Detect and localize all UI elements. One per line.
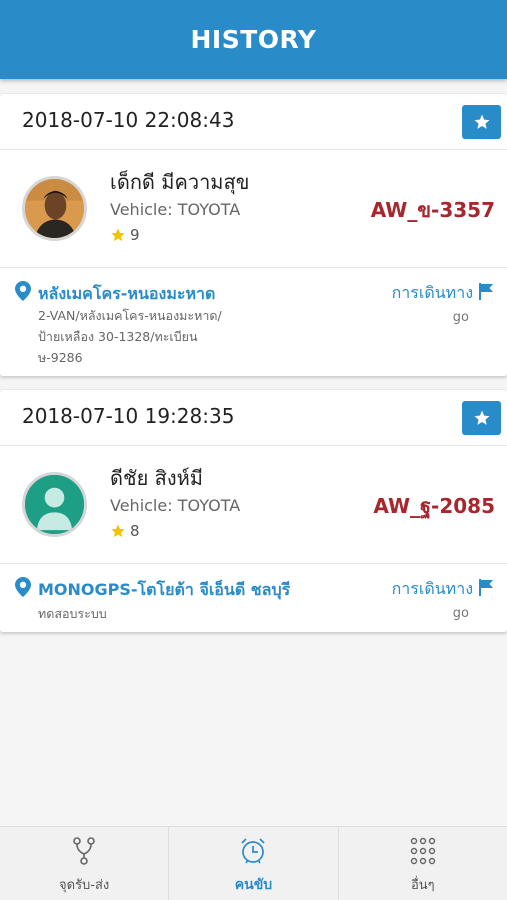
tab-pickup-dropoff[interactable]: จุดรับ-ส่ง xyxy=(0,827,170,900)
driver-info: ดีชัย สิงห์มี Vehicle: TOYOTA 8 AW_ฐ-208… xyxy=(0,446,507,564)
star-icon xyxy=(474,410,489,425)
location-pin-icon xyxy=(15,281,31,301)
card-header: 2018-07-10 19:28:35 xyxy=(0,390,507,446)
rating-value: 9 xyxy=(130,226,140,244)
license-plate: AW_ข-3357 xyxy=(370,198,495,222)
default-user-icon xyxy=(22,472,87,537)
app-header: HISTORY xyxy=(0,0,507,79)
star-icon xyxy=(111,524,125,538)
vehicle-info: Vehicle: TOYOTA xyxy=(110,496,241,515)
route-icon xyxy=(73,837,95,865)
favorite-button[interactable] xyxy=(462,105,501,139)
place-name[interactable]: หลังเมคโคร-หนองมะหาด xyxy=(38,282,215,307)
alarm-clock-icon xyxy=(241,838,266,864)
card-header: 2018-07-10 22:08:43 xyxy=(0,94,507,150)
license-plate: AW_ฐ-2085 xyxy=(373,494,495,518)
driver-name: เด็กดี มีความสุข xyxy=(110,170,250,194)
tab-more[interactable]: อื่นๆ xyxy=(339,827,507,900)
trip-status: go xyxy=(452,310,469,325)
tab-driver[interactable]: คนขับ xyxy=(169,827,339,900)
trip-datetime: 2018-07-10 19:28:35 xyxy=(22,404,235,428)
trip-status: go xyxy=(452,606,469,621)
driver-rating: 9 xyxy=(110,226,140,244)
history-card[interactable]: 2018-07-10 19:28:35 ดีชัย สิงห์มี Vehicl… xyxy=(0,390,507,632)
grid-dots-icon xyxy=(410,837,436,865)
avatar xyxy=(22,176,87,241)
driver-rating: 8 xyxy=(110,522,140,540)
trip-label[interactable]: การเดินทาง xyxy=(392,577,473,602)
tab-label: จุดรับ-ส่ง xyxy=(59,878,110,893)
vehicle-info: Vehicle: TOYOTA xyxy=(110,200,241,219)
history-card[interactable]: 2018-07-10 22:08:43 เด็กดี มีความสุข Veh… xyxy=(0,94,507,376)
place-description: ทดสอบระบบ xyxy=(38,606,107,621)
star-icon xyxy=(111,228,125,242)
driver-name: ดีชัย สิงห์มี xyxy=(110,466,203,490)
flag-icon xyxy=(479,579,493,596)
trip-info: MONOGPS-โตโยต้า จีเอ็นดี ชลบุรี ทดสอบระบ… xyxy=(0,564,507,632)
star-icon xyxy=(474,114,489,129)
page-title: HISTORY xyxy=(190,25,317,54)
favorite-button[interactable] xyxy=(462,401,501,435)
tab-label: อื่นๆ xyxy=(410,878,435,893)
location-pin-icon xyxy=(15,577,31,597)
place-description: 2-VAN/หลังเมคโคร-หนองมะหาด/ป้ายเหลือง 30… xyxy=(38,308,222,365)
bottom-tab-bar: จุดรับ-ส่ง คนขับ อื่นๆ xyxy=(0,826,507,900)
rating-value: 8 xyxy=(130,522,140,540)
driver-info: เด็กดี มีความสุข Vehicle: TOYOTA 9 AW_ข-… xyxy=(0,150,507,268)
trip-info: หลังเมคโคร-หนองมะหาด 2-VAN/หลังเมคโคร-หน… xyxy=(0,268,507,376)
place-name[interactable]: MONOGPS-โตโยต้า จีเอ็นดี ชลบุรี xyxy=(38,578,290,603)
trip-datetime: 2018-07-10 22:08:43 xyxy=(22,108,235,132)
flag-icon xyxy=(479,283,493,300)
trip-label[interactable]: การเดินทาง xyxy=(392,281,473,306)
tab-label: คนขับ xyxy=(234,877,273,893)
